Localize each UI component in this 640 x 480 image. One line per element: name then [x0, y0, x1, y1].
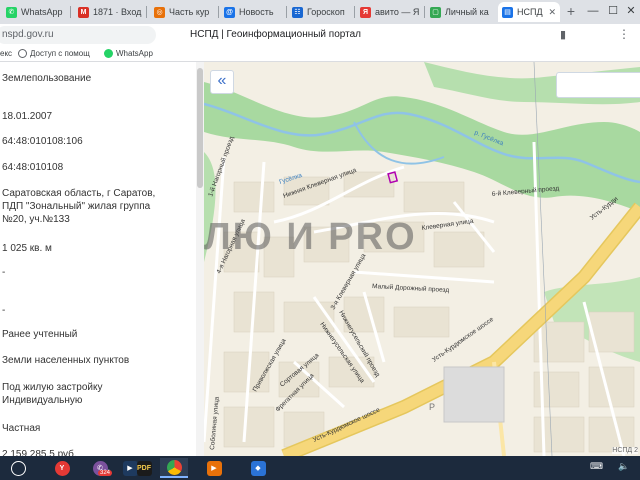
globe-icon [18, 49, 27, 58]
menu-icon[interactable]: ⋮ [618, 27, 630, 41]
bookmark-item[interactable]: Доступ с помощ [18, 49, 90, 58]
site-icon: ◎ [154, 6, 165, 18]
tab-label: НСПД [517, 7, 543, 17]
permitted-use: Под жилую застройку Индивидуальную [2, 382, 103, 406]
yandex-icon: Я [360, 6, 371, 18]
bookmark-label: Доступ с помощ [30, 49, 90, 58]
parcel-info-panel: Землепользование 18.01.2007 64:48:010108… [0, 62, 196, 456]
speaker-icon[interactable]: 🔈 [618, 461, 629, 472]
cadastral-number: 64:48:010108:106 [2, 136, 83, 147]
panel-scrollbar[interactable] [196, 62, 204, 456]
taskbar-player[interactable]: ▶ [200, 458, 228, 478]
bookmarks-bar: екс Доступ с помощ WhatsApp [0, 46, 640, 62]
whatsapp-icon [104, 49, 113, 58]
nspd-icon: ▤ [502, 6, 513, 18]
start-icon [10, 460, 26, 476]
watermark: ЛЮ И PRO [204, 216, 417, 258]
taskbar-yandex[interactable]: Y [48, 458, 76, 478]
viber-badge: 324 [97, 470, 112, 476]
taskbar-viber[interactable]: ✆ 324 [86, 458, 114, 478]
cadastral-quarter: 64:48:010108 [2, 162, 64, 173]
start-button[interactable] [4, 458, 32, 478]
registration-date: 18.01.2007 [2, 111, 53, 122]
close-window-button[interactable]: ✕ [622, 2, 640, 20]
street-label: Малый Дорожный проезд [372, 282, 450, 294]
bookmark-label: екс [0, 49, 13, 58]
map-attribution: НСПД 2 [612, 447, 638, 454]
tab-whatsapp[interactable]: ✆ WhatsApp [2, 2, 68, 22]
scrollbar-thumb[interactable] [197, 68, 203, 188]
empty-value: - [2, 305, 6, 316]
tab-news[interactable]: @ Новость [220, 2, 284, 22]
tab-nspd[interactable]: ▤ НСПД ✕ [498, 2, 560, 22]
taskbar-pdf[interactable]: PDF [130, 458, 158, 478]
taskbar-security[interactable]: ◆ [244, 458, 272, 478]
status: Ранее учтенный [2, 329, 78, 340]
bookmark-label: WhatsApp [116, 49, 153, 58]
keyboard-icon[interactable]: ⌨ [590, 461, 603, 472]
street-label: Соболиная улица [208, 396, 221, 450]
parking-area [443, 366, 505, 423]
news-icon: @ [224, 6, 235, 18]
ownership-form: Частная [2, 423, 41, 434]
address: Саратовская область, г Саратов, ПДП "Зон… [2, 188, 156, 225]
player-icon: ▶ [206, 460, 222, 476]
mail-icon: M [78, 6, 89, 18]
page-title: НСПД | Геоинформационный портал [190, 29, 361, 40]
taskbar: Y ✆ 324 ▶ PDF ▶ ◆ ⌨ 🔈 [0, 456, 640, 480]
tab-label: Новость [239, 7, 274, 17]
tab-part[interactable]: ◎ Часть кур [150, 2, 216, 22]
tab-label: WhatsApp [21, 7, 63, 17]
tab-label: авито — Я [375, 7, 420, 17]
tab-cabinet[interactable]: ▢ Личный ка [426, 2, 496, 22]
collapse-panel-button[interactable]: « [210, 70, 234, 94]
minimize-button[interactable]: — [584, 2, 602, 20]
area: 1 025 кв. м [2, 243, 52, 254]
chrome-icon [166, 459, 182, 475]
address-bar-row: nspd.gov.ru НСПД | Геоинформационный пор… [0, 24, 640, 46]
shield-icon: ◆ [250, 460, 266, 476]
bookmark-icon[interactable]: ▮ [560, 28, 566, 41]
browser-tab-strip: ✆ WhatsApp M 1871 · Вход ◎ Часть кур @ Н… [0, 0, 640, 24]
map-view[interactable]: 1-й Нагорный проезд 4-я Нагорная улица Н… [204, 62, 640, 456]
bookmark-item[interactable]: WhatsApp [104, 49, 153, 58]
cadastral-value: 2 159 285,5 руб. [2, 449, 77, 456]
tab-label: Часть кур [169, 7, 210, 17]
yandex-browser-icon: Y [54, 460, 70, 476]
taskbar-chrome[interactable] [160, 458, 188, 478]
land-use-type: Землепользование [2, 73, 92, 84]
maximize-button[interactable]: ☐ [604, 2, 622, 20]
pdf-icon: PDF [136, 460, 152, 476]
parking-label: Р [429, 402, 435, 412]
bookmark-item[interactable]: екс [0, 49, 12, 58]
land-category: Земли населенных пунктов [2, 355, 130, 366]
close-tab-icon[interactable]: ✕ [545, 7, 556, 18]
empty-value: - [2, 267, 6, 278]
horoscope-icon: ☷ [292, 6, 303, 18]
map-search-input[interactable] [556, 72, 640, 98]
tab-label: 1871 · Вход [93, 7, 142, 17]
url-field[interactable]: nspd.gov.ru [0, 26, 156, 44]
cabinet-icon: ▢ [430, 6, 441, 18]
tab-label: Гороскоп [307, 7, 345, 17]
tab-avito[interactable]: Я авито — Я [356, 2, 422, 22]
street-label: Клеверная улица [421, 218, 474, 232]
tab-horoscope[interactable]: ☷ Гороскоп [288, 2, 352, 22]
whatsapp-icon: ✆ [6, 6, 17, 18]
map-canvas[interactable]: 1-й Нагорный проезд 4-я Нагорная улица Н… [204, 62, 640, 456]
new-tab-button[interactable]: + [563, 3, 579, 19]
tab-mail[interactable]: M 1871 · Вход [74, 2, 144, 22]
tab-label: Личный ка [445, 7, 489, 17]
